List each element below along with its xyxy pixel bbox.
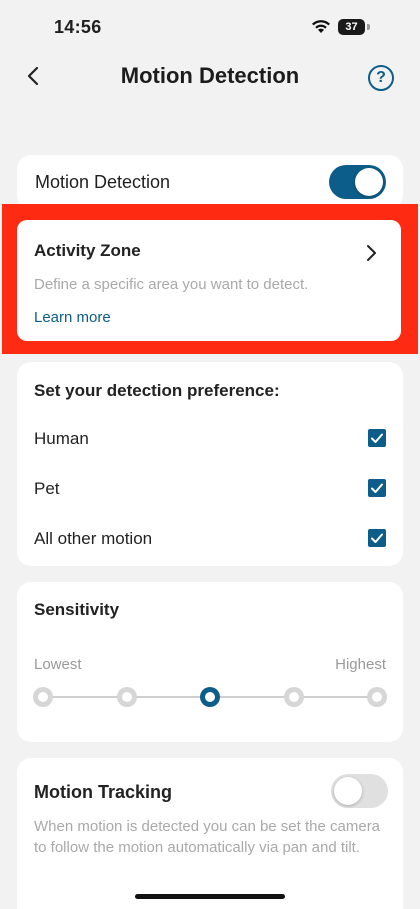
pref-option-label: Pet: [34, 479, 60, 498]
motion-tracking-description: When motion is detected you can be set t…: [34, 818, 381, 856]
motion-detection-toggle[interactable]: [329, 165, 386, 199]
sensitivity-slider[interactable]: [33, 686, 387, 708]
chevron-right-icon: [367, 245, 376, 261]
activity-zone-card[interactable]: Activity Zone Define a specific area you…: [17, 220, 401, 341]
pref-option-label: All other motion: [34, 529, 153, 548]
sensitivity-stop-1[interactable]: [33, 687, 53, 707]
motion-tracking-card: Motion Tracking When motion is detected …: [17, 758, 403, 909]
nav-bar: Motion Detection ?: [0, 52, 420, 102]
motion-tracking-title: Motion Tracking: [34, 782, 173, 802]
sensitivity-stop-3[interactable]: [200, 687, 220, 707]
toggle-knob: [355, 168, 383, 196]
sensitivity-title: Sensitivity: [34, 600, 120, 619]
learn-more-link[interactable]: Learn more: [34, 309, 111, 326]
pref-option-pet[interactable]: Pet: [17, 474, 403, 504]
checkbox-checked-icon[interactable]: [368, 479, 386, 497]
motion-detection-card: Motion Detection: [17, 155, 403, 209]
sensitivity-card: Sensitivity Lowest Highest: [17, 582, 403, 742]
pref-option-all-other-motion[interactable]: All other motion: [17, 524, 403, 554]
battery-tip: [367, 24, 370, 30]
pref-option-label: Human: [34, 429, 89, 448]
home-indicator: [135, 894, 285, 899]
wifi-icon: [312, 20, 330, 33]
status-time: 14:56: [54, 17, 102, 37]
activity-zone-description: Define a specific area you want to detec…: [34, 276, 309, 293]
battery-icon: 37: [338, 19, 365, 35]
pref-option-human[interactable]: Human: [17, 424, 403, 454]
motion-tracking-toggle[interactable]: [331, 774, 388, 808]
sensitivity-stop-2[interactable]: [116, 687, 137, 707]
detection-preference-card: Set your detection preference: Human Pet…: [17, 362, 403, 566]
page-title: Motion Detection: [120, 63, 300, 88]
motion-detection-label: Motion Detection: [35, 172, 171, 192]
toggle-knob: [334, 777, 362, 805]
sensitivity-high-label: Highest: [335, 656, 386, 673]
sensitivity-stop-5[interactable]: [367, 687, 387, 707]
help-icon[interactable]: ?: [368, 65, 394, 91]
sensitivity-low-label: Lowest: [34, 656, 82, 673]
detection-preference-title: Set your detection preference:: [34, 381, 280, 400]
checkbox-checked-icon[interactable]: [368, 429, 386, 447]
activity-zone-title: Activity Zone: [34, 241, 141, 260]
status-bar: 14:56 37: [0, 0, 420, 56]
sensitivity-stop-4[interactable]: [283, 687, 304, 707]
checkbox-checked-icon[interactable]: [368, 529, 386, 547]
